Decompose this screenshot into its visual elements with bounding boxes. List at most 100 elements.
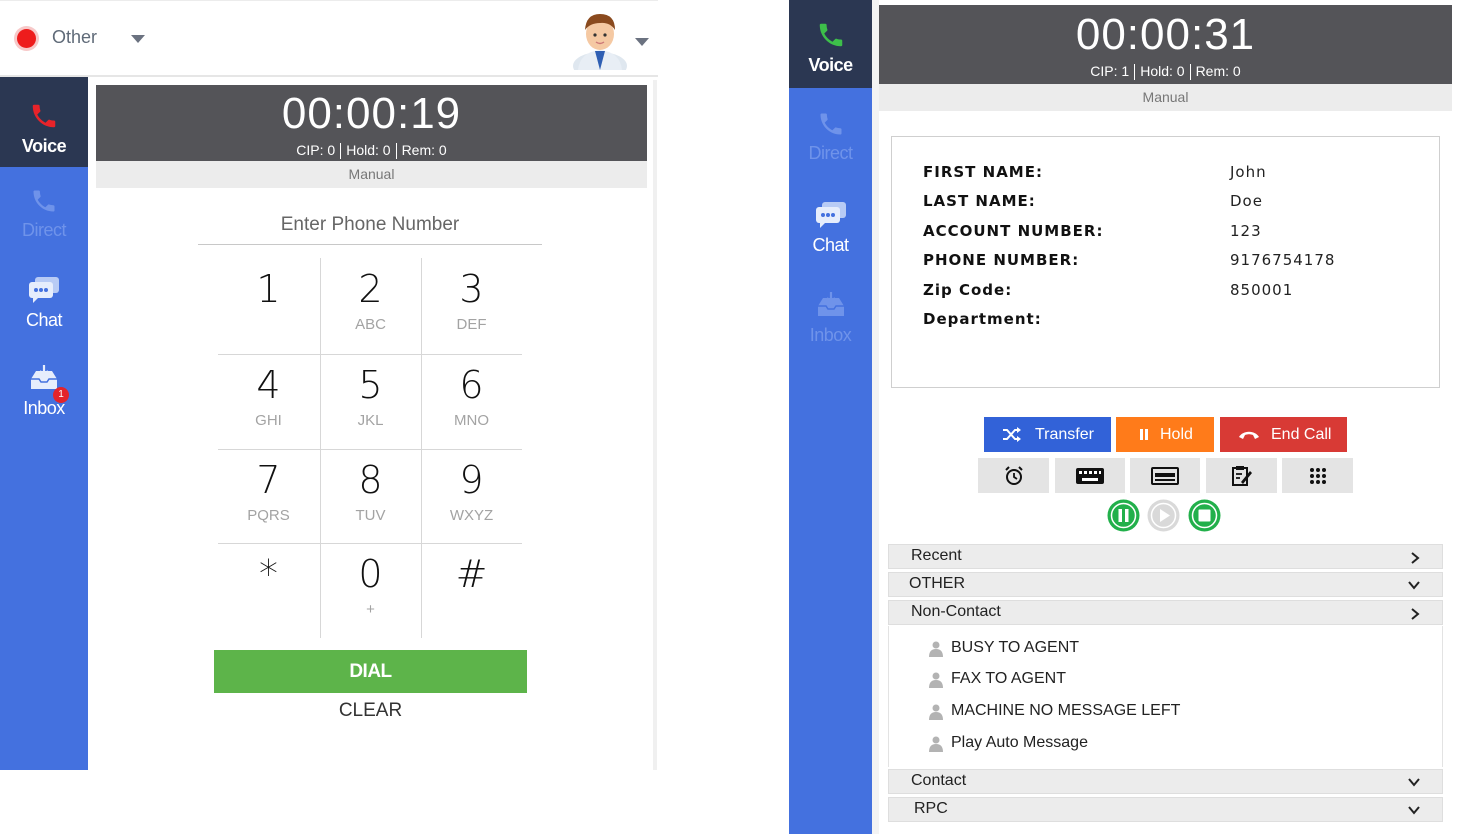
key-9[interactable]: 9 WXYZ (421, 449, 522, 544)
panel-edge (653, 80, 657, 770)
disposition-rpc[interactable]: RPC (888, 797, 1443, 822)
sidebar: Voice Direct Chat Inbox (789, 0, 872, 834)
dial-button[interactable]: DIAL (214, 650, 527, 693)
nav-inbox[interactable]: 1 Inbox (0, 365, 88, 435)
status-indicator (17, 29, 36, 48)
transfer-button[interactable]: Transfer (984, 417, 1111, 452)
stop-recording-icon[interactable] (1188, 499, 1221, 532)
phone-icon (32, 104, 56, 128)
avatar[interactable] (570, 8, 630, 70)
keyboard-icon (1076, 467, 1104, 484)
person-icon (929, 672, 943, 688)
cip-count: CIP: 0 (296, 142, 336, 158)
chevron-right-icon (1411, 608, 1420, 620)
inbox-badge: 1 (53, 387, 69, 403)
dialer-panel: Other Voice Direct Chat 1 Inbox 00:00:19… (0, 0, 660, 770)
call-timer-panel: 00:00:19 CIP: 0 Hold: 0 Rem: 0 (96, 85, 647, 161)
shuffle-icon (1003, 427, 1021, 442)
mode-label: Manual (879, 84, 1452, 111)
rem-count: Rem: 0 (401, 142, 447, 158)
contact-info-card: FIRST NAME: John LAST NAME: Doe ACCOUNT NU… (891, 136, 1440, 388)
key-3[interactable]: 3 DEF (421, 258, 522, 353)
chevron-down-icon[interactable] (131, 35, 145, 43)
key-hash[interactable]: # (421, 543, 522, 638)
disposition-contact[interactable]: Contact (888, 769, 1443, 794)
card-button[interactable] (1130, 458, 1200, 493)
keyboard-button[interactable] (1055, 458, 1125, 493)
key-5[interactable]: 5 JKL (320, 354, 421, 449)
person-icon (929, 641, 943, 657)
disposition-other[interactable]: OTHER (888, 572, 1443, 597)
hangup-icon (1239, 431, 1259, 439)
nav-voice[interactable]: Voice (0, 77, 88, 167)
clear-button[interactable]: CLEAR (214, 700, 527, 724)
pause-icon (1140, 429, 1148, 440)
card-icon (1151, 466, 1179, 485)
hold-button[interactable]: Hold (1116, 417, 1214, 452)
nav-chat[interactable]: Chat (0, 275, 88, 345)
alarm-button[interactable] (978, 458, 1049, 493)
nav-voice-label: Voice (21, 136, 67, 156)
nav-voice-label: Voice (808, 55, 853, 75)
nav-voice[interactable]: Voice (789, 0, 872, 88)
inbox-icon (817, 292, 844, 316)
nav-direct-label: Direct (21, 220, 67, 240)
phone-number-input[interactable] (198, 205, 542, 245)
call-timer-panel: 00:00:31 CIP: 1 Hold: 0 Rem: 0 (879, 5, 1452, 84)
person-icon (929, 736, 943, 752)
keypad: 1 2 ABC 3 DEF 4 GHI 5 JKL 6 MNO 7 PQRS 8 TUV 9W… (218, 258, 522, 638)
chevron-down-icon (1408, 806, 1420, 815)
nav-direct-label: Direct (808, 143, 853, 163)
phone-icon (819, 23, 842, 47)
keypad-grid-icon (1309, 467, 1326, 484)
keypad-button[interactable] (1282, 458, 1353, 493)
mode-label: Manual (96, 161, 647, 188)
alarm-clock-icon (1004, 465, 1023, 485)
nav-direct[interactable]: Direct (0, 187, 88, 257)
disposition-non-contact[interactable]: Non-Contact (888, 600, 1443, 625)
nav-chat-label: Chat (25, 310, 63, 330)
nav-direct[interactable]: Direct (789, 110, 872, 180)
chevron-down-icon (1408, 778, 1420, 787)
nav-inbox-label: Inbox (23, 398, 65, 418)
chevron-down-icon (1408, 581, 1420, 590)
key-7[interactable]: 7 PQRS (218, 449, 319, 544)
status-label[interactable]: Other (52, 27, 97, 48)
end-call-button[interactable]: End Call (1220, 417, 1347, 452)
sidebar: Voice Direct Chat 1 Inbox (0, 77, 88, 770)
nav-inbox-label: Inbox (809, 325, 852, 345)
pause-recording-icon[interactable] (1107, 499, 1140, 532)
call-counts: CIP: 1 Hold: 0 Rem: 0 (879, 63, 1452, 81)
key-star[interactable]: * (218, 543, 319, 638)
key-2[interactable]: 2 ABC (320, 258, 421, 353)
key-4[interactable]: 4 GHI (218, 354, 319, 449)
hold-count: Hold: 0 (1140, 63, 1185, 79)
cip-count: CIP: 1 (1090, 63, 1130, 79)
key-8[interactable]: 8 TUV (320, 449, 421, 544)
phone-icon (33, 190, 55, 212)
rem-count: Rem: 0 (1195, 63, 1241, 79)
call-timer: 00:00:31 (1075, 10, 1256, 59)
notes-icon (1231, 465, 1252, 486)
key-1[interactable]: 1 (218, 258, 319, 353)
disposition-recent[interactable]: Recent (888, 544, 1443, 569)
chat-icon (29, 277, 59, 303)
play-recording-icon[interactable] (1147, 499, 1180, 532)
call-counts: CIP: 0 Hold: 0 Rem: 0 (96, 142, 647, 160)
notes-button[interactable] (1206, 458, 1277, 493)
hold-count: Hold: 0 (346, 142, 391, 158)
key-0[interactable]: 0 + (320, 543, 421, 638)
call-timer: 00:00:19 (281, 89, 462, 138)
nav-inbox[interactable]: Inbox (789, 292, 872, 362)
nav-chat[interactable]: Chat (789, 200, 872, 270)
person-icon (929, 704, 943, 720)
key-6[interactable]: 6 MNO (421, 354, 522, 449)
chevron-right-icon (1411, 552, 1420, 564)
chevron-down-icon[interactable] (635, 38, 649, 46)
chat-icon (815, 202, 846, 228)
nav-chat-label: Chat (812, 235, 849, 255)
top-bar: Other (0, 0, 658, 77)
non-contact-list: BUSY TO AGENT FAX TO AGENT MACHINE NO ME… (888, 626, 1443, 767)
panel-gutter (872, 0, 879, 834)
phone-icon (820, 113, 841, 135)
